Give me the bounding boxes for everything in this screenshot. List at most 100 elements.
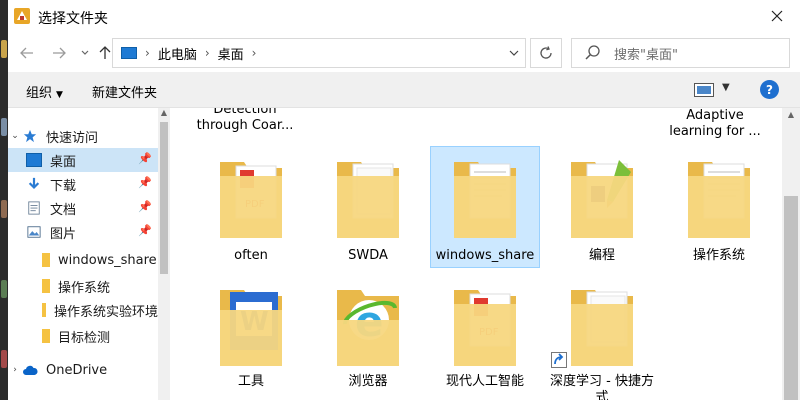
close-icon (771, 10, 783, 22)
sidebar-item-label: 文档 (50, 202, 77, 218)
breadcrumb-desktop[interactable]: 桌面 (218, 44, 244, 63)
breadcrumb-separator-icon: › (204, 46, 210, 60)
sidebar-item-label: 桌面 (50, 154, 77, 170)
sidebar-item-pictures[interactable]: 图片 📌 (8, 220, 158, 244)
file-label: Adaptive learning for ... (669, 108, 761, 139)
organize-button[interactable]: 组织 ▼ (26, 82, 63, 101)
sidebar-item-object-detection[interactable]: 目标检测 (8, 324, 158, 348)
sidebar-item-downloads[interactable]: 下载 📌 (8, 172, 158, 196)
folder-icon (42, 329, 50, 343)
list-item[interactable]: Adaptive learning for ... (660, 108, 770, 140)
sidebar-item-label: windows_share (58, 252, 157, 268)
sidebar-item-desktop[interactable]: 桌面 📌 (8, 148, 158, 172)
breadcrumb-separator-icon: › (251, 46, 257, 60)
sidebar-item-os-lab[interactable]: 操作系统实验环境 (8, 298, 158, 322)
cloud-icon (23, 365, 38, 375)
caret-down-icon: ▼ (56, 90, 63, 100)
desktop-icon (26, 153, 42, 167)
folder-icon (42, 303, 46, 317)
folder-item-browser[interactable]: e 浏览器 (313, 278, 423, 396)
command-bar: 组织 ▼ 新建文件夹 ▼ ? (8, 72, 800, 108)
pin-icon: 📌 (138, 176, 152, 189)
arrow-left-icon (20, 47, 33, 59)
shortcut-item-deep-learning[interactable]: 深度学习 - 快捷方式 (547, 278, 657, 400)
address-bar[interactable]: › 此电脑 › 桌面 › (112, 38, 526, 68)
chevron-down-icon (509, 50, 519, 56)
sidebar-item-label: 图片 (50, 226, 77, 242)
breadcrumb-separator-icon: › (145, 46, 150, 60)
download-icon (28, 177, 40, 190)
organize-label: 组织 (26, 86, 53, 101)
sidebar-item-windows-share[interactable]: windows_share (8, 248, 158, 272)
folder-icon (571, 160, 633, 238)
view-options-dropdown-icon[interactable]: ▼ (722, 82, 730, 93)
new-folder-button[interactable]: 新建文件夹 (92, 82, 157, 101)
sidebar-item-label: 操作系统 (58, 280, 111, 296)
view-options-icon[interactable] (694, 83, 714, 97)
folder-icon: W (220, 290, 282, 366)
file-label: often (234, 248, 268, 263)
forward-button[interactable] (48, 43, 70, 63)
scroll-up-icon[interactable]: ▲ (784, 110, 798, 122)
list-item[interactable]: Detection through Coar... (190, 108, 300, 134)
refresh-button[interactable] (530, 38, 562, 68)
expand-chevron-icon[interactable]: › (8, 365, 22, 375)
close-button[interactable] (764, 4, 790, 28)
star-icon (23, 129, 37, 143)
back-button[interactable] (16, 43, 38, 63)
folder-item-windows-share[interactable]: windows_share (430, 146, 540, 268)
folder-item-os[interactable]: 操作系统 (664, 150, 774, 268)
folder-item-programming[interactable]: 编程 (547, 150, 657, 268)
file-label: 工具 (237, 374, 264, 389)
recent-locations-button[interactable] (74, 43, 96, 63)
folder-icon (688, 162, 750, 238)
window-title: 选择文件夹 (38, 11, 108, 27)
sidebar-item-documents[interactable]: 文档 📌 (8, 196, 158, 220)
navigation-pane: ⌄ 快速访问 桌面 📌 下载 📌 文档 📌 图片 📌 windows_share (8, 108, 158, 400)
file-label: SWDA (348, 248, 388, 263)
title-bar: 选择文件夹 (8, 0, 800, 34)
folder-item-often[interactable]: PDF often (196, 150, 306, 268)
sidebar-scrollbar-thumb[interactable] (160, 122, 168, 274)
document-icon (28, 201, 40, 215)
search-input[interactable]: 搜索"桌面" (614, 44, 678, 63)
folder-icon: PDF (454, 290, 516, 366)
folder-picker-dialog: 选择文件夹 › 此电脑 › 桌面 › 搜索"桌面" 组织 ▼ 新建文件夹 ▼ ?… (8, 0, 800, 400)
address-history-button[interactable] (509, 45, 519, 59)
file-label: 浏览器 (348, 374, 388, 389)
file-label: windows_share (435, 248, 535, 263)
sidebar-item-label: 下载 (50, 178, 77, 194)
refresh-icon (540, 46, 552, 59)
sidebar-item-os[interactable]: 操作系统 (8, 274, 158, 298)
shortcut-arrow-icon (551, 352, 567, 368)
file-label: 深度学习 - 快捷方式 (550, 374, 654, 400)
folder-item-modern-ai[interactable]: PDF 现代人工智能 (430, 278, 540, 396)
help-icon[interactable]: ? (760, 80, 779, 99)
sidebar-item-quick-access[interactable]: ⌄ 快速访问 (8, 124, 158, 148)
search-box[interactable]: 搜索"桌面" (571, 38, 790, 68)
scroll-up-icon[interactable]: ▲ (158, 108, 170, 120)
file-label: 操作系统 (692, 248, 745, 263)
file-label: Detection through Coar... (196, 108, 294, 133)
chevron-down-icon (81, 50, 89, 55)
collapse-chevron-icon[interactable]: ⌄ (8, 131, 22, 141)
arrow-up-icon (99, 46, 111, 59)
picture-icon (27, 226, 41, 238)
folder-icon: PDF (220, 162, 282, 238)
folder-icon: e (337, 290, 399, 366)
app-icon (14, 8, 30, 24)
sidebar-item-label: OneDrive (46, 362, 108, 378)
folder-icon (571, 290, 633, 366)
pin-icon: 📌 (138, 200, 152, 213)
sidebar-item-onedrive[interactable]: › OneDrive (8, 358, 158, 382)
file-list-scrollbar-thumb[interactable] (784, 196, 798, 400)
background-app-strip (0, 0, 8, 400)
arrow-right-icon (53, 47, 66, 59)
folder-item-tools[interactable]: W 工具 (196, 278, 306, 396)
search-icon (585, 45, 600, 60)
folder-icon (42, 279, 50, 293)
folder-item-swda[interactable]: SWDA (313, 150, 423, 268)
pin-icon: 📌 (138, 152, 152, 165)
folder-icon (42, 253, 50, 267)
breadcrumb-this-pc[interactable]: 此电脑 (158, 44, 197, 63)
